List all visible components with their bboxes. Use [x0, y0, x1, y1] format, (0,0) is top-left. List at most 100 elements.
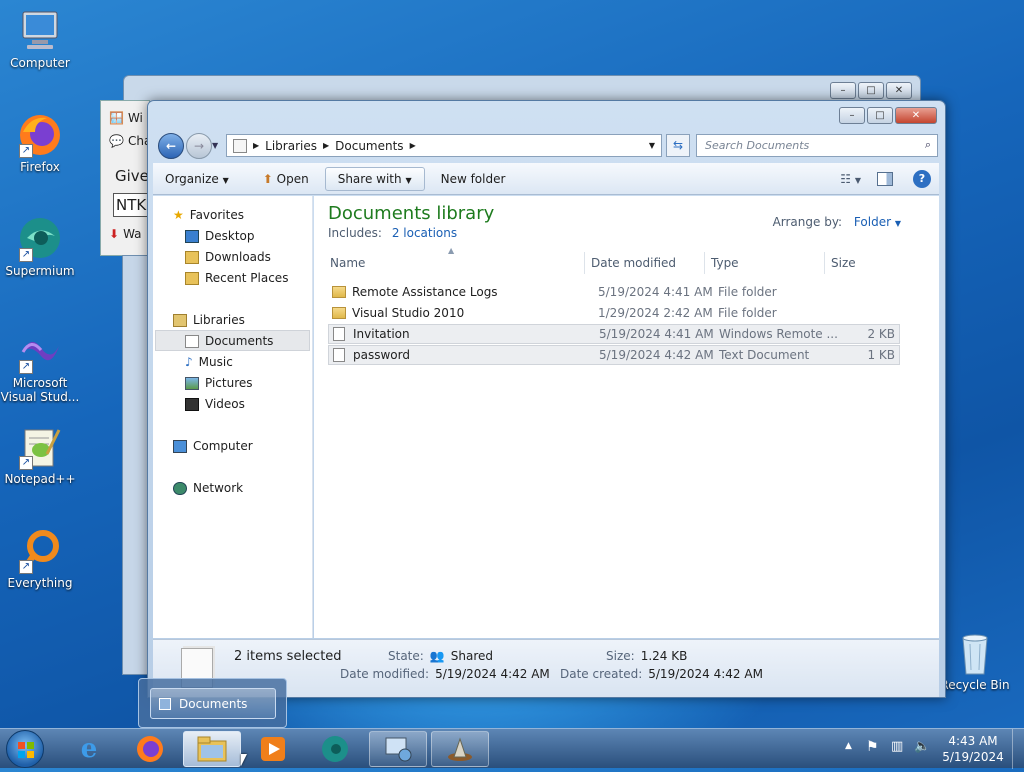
desktop-icon-firefox[interactable]: ↗ Firefox: [0, 112, 80, 174]
search-icon: ⌕: [924, 138, 931, 151]
maximize-icon[interactable]: □: [858, 82, 884, 99]
firefox-icon: ↗: [17, 112, 63, 158]
column-header-name[interactable]: Name: [330, 256, 365, 270]
column-header-date[interactable]: Date modified: [591, 256, 676, 270]
list-item[interactable]: password 5/19/2024 4:42 AM Text Document…: [328, 345, 900, 365]
arrange-by-dropdown[interactable]: Folder ▼: [854, 215, 901, 229]
firefox-icon: [137, 736, 163, 762]
list-item[interactable]: Remote Assistance Logs 5/19/2024 4:41 AM…: [328, 282, 900, 302]
volume-muted-icon[interactable]: 🔈: [914, 739, 930, 754]
nav-network[interactable]: Network: [173, 478, 243, 498]
new-folder-button[interactable]: New folder: [429, 168, 518, 190]
taskbar-internet-explorer[interactable]: e: [60, 731, 118, 767]
nav-pictures[interactable]: Pictures: [185, 373, 253, 393]
action-center-flag-icon[interactable]: ⚑: [866, 739, 879, 755]
preview-pane-button[interactable]: [877, 171, 893, 186]
desktop-icon-supermium[interactable]: ↗ Supermium: [0, 216, 80, 278]
library-title: Documents library: [328, 203, 495, 224]
minimize-icon[interactable]: –: [839, 107, 865, 124]
network-status-icon[interactable]: ▥: [891, 739, 903, 754]
column-header-type[interactable]: Type: [711, 256, 739, 270]
forward-arrow-icon: →: [193, 139, 205, 153]
nav-label: Videos: [205, 397, 245, 411]
maximize-icon[interactable]: □: [867, 107, 893, 124]
background-dialog[interactable]: 🪟 Wi 💬 Cha Give NTK ⬇ Wa: [100, 100, 153, 256]
window-controls: – □ ✕: [837, 107, 937, 124]
shared-users-icon: 👥: [429, 649, 445, 663]
nav-label: Recent Places: [205, 271, 289, 285]
clock[interactable]: 4:43 AM 5/19/2024: [940, 733, 1006, 765]
list-item[interactable]: Invitation 5/19/2024 4:41 AM Windows Rem…: [328, 324, 900, 344]
desktop-icon-label: Notepad++: [4, 472, 76, 486]
taskbar-explorer[interactable]: [183, 731, 241, 767]
chat-icon: 💬: [109, 134, 124, 148]
taskbar: e ▲ ⚑ ▥ 🔈 4:43 AM 5/19/2024: [0, 728, 1024, 769]
clock-time: 4:43 AM: [948, 734, 998, 748]
desktop-icon-notepadpp[interactable]: ↗ Notepad++: [0, 424, 80, 486]
taskbar-media-player[interactable]: [244, 731, 302, 767]
forward-button[interactable]: →: [186, 133, 212, 159]
recent-places-icon: [185, 271, 199, 285]
taskbar-remote-assistance[interactable]: [369, 731, 427, 767]
taskbar-app[interactable]: [431, 731, 489, 767]
breadcrumb-libraries[interactable]: Libraries: [265, 139, 317, 153]
sort-up-icon: ▲: [448, 246, 455, 255]
includes-locations-link[interactable]: 2 locations: [392, 226, 457, 240]
refresh-button[interactable]: ⇆: [666, 134, 690, 157]
network-icon: [173, 481, 187, 495]
desktop-icon-visual-studio[interactable]: ↗ Microsoft Visual Stud...: [0, 328, 80, 404]
recent-pages-dropdown[interactable]: ▼: [212, 141, 218, 150]
nav-label: Pictures: [205, 376, 253, 390]
address-dropdown-icon[interactable]: ▼: [649, 141, 655, 150]
list-item[interactable]: Visual Studio 2010 1/29/2024 2:42 AM Fil…: [328, 303, 900, 323]
videos-icon: [185, 397, 199, 411]
close-icon[interactable]: ✕: [886, 82, 912, 99]
nav-label: Computer: [193, 439, 253, 453]
windows-icon: 🪟: [109, 111, 124, 125]
show-hidden-icons-button[interactable]: ▲: [845, 741, 852, 751]
show-desktop-button[interactable]: [1012, 729, 1024, 769]
nav-label: Libraries: [193, 313, 245, 327]
start-button[interactable]: [6, 730, 44, 768]
taskbar-thumbnail[interactable]: Documents: [138, 678, 287, 728]
close-icon[interactable]: ✕: [895, 107, 937, 124]
nav-music[interactable]: ♪ Music: [185, 352, 233, 372]
nav-recent-places[interactable]: Recent Places: [185, 268, 288, 288]
organize-button[interactable]: Organize ▼: [153, 168, 241, 190]
nav-videos[interactable]: Videos: [185, 394, 245, 414]
minimize-icon[interactable]: –: [830, 82, 856, 99]
breadcrumb-documents[interactable]: Documents: [335, 139, 403, 153]
taskbar-firefox[interactable]: [121, 731, 179, 767]
desktop-icon-recycle-bin[interactable]: Recycle Bin: [935, 630, 1015, 692]
address-bar[interactable]: ▶ Libraries ▶ Documents ▶ ▼: [226, 134, 662, 157]
desktop-icon-label: Microsoft: [12, 376, 68, 390]
desktop-icon-everything[interactable]: ↗ Everything: [0, 528, 80, 590]
nav-downloads[interactable]: Downloads: [185, 247, 271, 267]
explorer-window[interactable]: – □ ✕ ← → ▼ ▶ Libraries ▶ Documents ▶ ▼ ⇆ …: [147, 100, 946, 698]
nav-libraries[interactable]: Libraries: [173, 310, 245, 330]
nav-favorites[interactable]: ★ Favorites: [173, 205, 244, 225]
share-with-button[interactable]: Share with ▼: [324, 166, 425, 191]
supermium-icon: [322, 736, 348, 762]
open-icon: ⬆: [262, 171, 273, 186]
view-options-button[interactable]: ☷ ▼: [840, 172, 861, 186]
chevron-down-icon: ▼: [222, 175, 229, 185]
open-button[interactable]: ⬆ Open: [251, 168, 321, 190]
back-arrow-icon: ←: [165, 139, 177, 153]
modified-label: Date modified:: [340, 667, 430, 681]
nav-documents-label[interactable]: Documents: [185, 331, 273, 351]
column-header-size[interactable]: Size: [831, 256, 856, 270]
back-button[interactable]: ←: [158, 133, 184, 159]
state-value: Shared: [450, 649, 494, 663]
taskbar-supermium[interactable]: [306, 731, 364, 767]
nav-computer[interactable]: Computer: [173, 436, 253, 456]
modified-value: 5/19/2024 4:42 AM: [435, 667, 550, 681]
help-button[interactable]: ?: [913, 169, 931, 188]
nav-desktop[interactable]: Desktop: [185, 226, 255, 246]
desktop-icon-label: Computer: [10, 56, 70, 70]
column-headers: ▲ Name Date modified Type Size: [324, 246, 904, 274]
arrange-by-value: Folder: [853, 215, 892, 229]
search-input[interactable]: Search Documents ⌕: [696, 134, 938, 157]
recycle-bin-icon: [952, 630, 998, 676]
desktop-icon-computer[interactable]: Computer: [0, 8, 80, 70]
